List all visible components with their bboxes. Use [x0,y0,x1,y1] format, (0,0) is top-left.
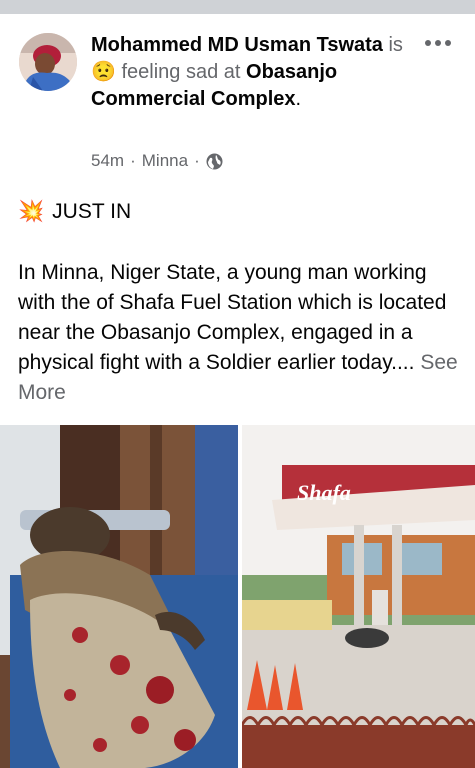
post-body: In Minna, Niger State, a young man worki… [18,258,463,408]
photo-injured-man[interactable] [0,425,238,768]
fuel-station-photo: Shafa [242,425,475,768]
meta-separator: · [194,151,200,170]
collision-emoji-icon: 💥 [18,200,45,223]
is-text: is [388,34,403,56]
post-meta: 54m · Minna · [91,151,223,171]
post-time[interactable]: 54m [91,151,124,171]
post-body-text: In Minna, Niger State, a young man worki… [18,261,447,374]
author-name[interactable]: Mohammed MD Usman Tswata [91,34,383,56]
photo-fuel-station[interactable]: Shafa [242,425,475,768]
meta-separator: · [130,151,136,170]
globe-icon[interactable] [206,153,223,170]
more-dot-icon [435,40,441,46]
feeling-emoji-icon: 😟 [91,61,116,83]
more-dot-icon [425,40,431,46]
headline: 💥 JUST IN [18,200,131,224]
feeling-text: feeling sad at [121,61,241,83]
avatar[interactable] [19,33,77,91]
header-period: . [295,88,302,110]
injured-man-photo [0,425,238,768]
headline-text: JUST IN [52,200,132,223]
more-dot-icon [445,40,451,46]
post-header: Mohammed MD Usman Tswata is 😟 feeling sa… [91,32,421,113]
top-divider-bar [0,0,475,14]
station-sign-text: Shafa [297,480,351,505]
post-location[interactable]: Minna [142,151,188,171]
avatar-image [19,33,77,91]
more-options-button[interactable] [425,40,451,46]
